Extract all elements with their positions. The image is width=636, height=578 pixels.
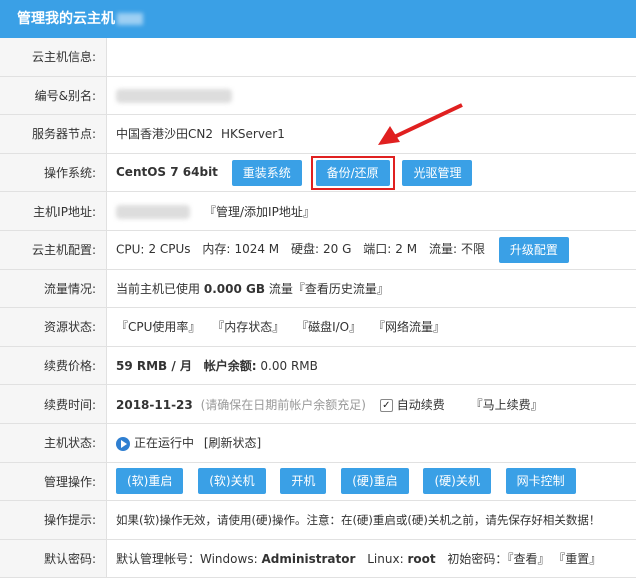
label-config: 云主机配置: bbox=[0, 230, 107, 269]
linux-account: root bbox=[407, 552, 435, 566]
balance-value: 0.00 RMB bbox=[260, 359, 317, 373]
node-server: HKServer1 bbox=[221, 127, 285, 141]
renew-now-link[interactable]: 『马上续费』 bbox=[471, 398, 543, 412]
label-id: 编号&别名: bbox=[0, 76, 107, 115]
label-node: 服务器节点: bbox=[0, 115, 107, 154]
mem-label: 内存: bbox=[202, 242, 230, 256]
disk-label: 硬盘: bbox=[291, 242, 319, 256]
running-icon bbox=[116, 437, 130, 451]
backup-restore-button[interactable]: 备份/还原 bbox=[316, 160, 390, 186]
node-location: 中国香港沙田CN2 bbox=[116, 127, 213, 141]
label-price: 续费价格: bbox=[0, 346, 107, 385]
password-label: 初始密码： bbox=[447, 552, 507, 566]
cpu-label: CPU: bbox=[116, 242, 144, 256]
row-config: 云主机配置: CPU: 2 CPUs 内存: 1024 M 硬盘: 20 G 端口: 2… bbox=[0, 230, 636, 269]
label-pwd: 默认密码: bbox=[0, 539, 107, 578]
row-usage: 流量情况: 当前主机已使用 0.000 GB 流量『查看历史流量』 bbox=[0, 269, 636, 308]
view-password-link[interactable]: 『查看』 bbox=[507, 552, 549, 566]
server-info-table: 云主机信息: 编号&别名: 服务器节点: 中国香港沙田CN2HKServer1 … bbox=[0, 38, 636, 578]
traffic-label: 流量: bbox=[429, 242, 457, 256]
cpu-value: 2 CPUs bbox=[148, 242, 190, 256]
row-node: 服务器节点: 中国香港沙田CN2 HKServer1 bbox=[0, 115, 636, 154]
linux-label: Linux: bbox=[367, 552, 403, 566]
account-label: 默认管理帐号：Windows: bbox=[116, 552, 258, 566]
redacted-id bbox=[116, 89, 232, 103]
label-resource: 资源状态: bbox=[0, 308, 107, 347]
nic-control-button[interactable]: 网卡控制 bbox=[506, 468, 576, 494]
tip-text: 如果(软)操作无效，请使用(硬)操作。注意：在(硬)重启或(硬)关机之前，请先保… bbox=[107, 501, 636, 540]
hard-reboot-button[interactable]: (硬)重启 bbox=[341, 468, 408, 494]
history-link[interactable]: 『查看历史流量』 bbox=[293, 282, 389, 296]
row-status: 主机状态: 正在运行中 [刷新状态] bbox=[0, 423, 636, 462]
label-renew: 续费时间: bbox=[0, 385, 107, 424]
usage-amount: 0.000 GB bbox=[204, 282, 265, 296]
label-status: 主机状态: bbox=[0, 423, 107, 462]
reset-password-link[interactable]: 『重置』 bbox=[553, 552, 601, 566]
mem-status-link[interactable]: 『内存状态』 bbox=[212, 320, 284, 334]
upgrade-button[interactable]: 升级配置 bbox=[499, 237, 569, 263]
label-os: 操作系统: bbox=[0, 153, 107, 192]
label-usage: 流量情况: bbox=[0, 269, 107, 308]
cpu-usage-link[interactable]: 『CPU使用率』 bbox=[116, 320, 200, 334]
row-renew: 续费时间: 2018-11-23 (请确保在日期前帐户余额充足) ✓ 自动续费 『… bbox=[0, 385, 636, 424]
traffic-value: 不限 bbox=[461, 242, 485, 256]
row-id: 编号&别名: bbox=[0, 76, 636, 115]
soft-shutdown-button[interactable]: (软)关机 bbox=[198, 468, 265, 494]
mem-value: 1024 M bbox=[234, 242, 279, 256]
balance-label: 帐户余额: bbox=[204, 359, 257, 373]
hard-shutdown-button[interactable]: (硬)关机 bbox=[423, 468, 490, 494]
disk-value: 20 G bbox=[323, 242, 351, 256]
row-pwd: 默认密码: 默认管理帐号：Windows: Administrator Linu… bbox=[0, 539, 636, 578]
power-on-button[interactable]: 开机 bbox=[280, 468, 326, 494]
page-title: 管理我的云主机 bbox=[17, 11, 115, 27]
renew-note: (请确保在日期前帐户余额充足) bbox=[201, 398, 366, 412]
page-header: 管理我的云主机 bbox=[0, 0, 636, 38]
redacted-ip bbox=[116, 205, 190, 219]
auto-renew-checkbox[interactable]: ✓ bbox=[380, 399, 393, 412]
cdrom-button[interactable]: 光驱管理 bbox=[402, 160, 472, 186]
row-resource: 资源状态: 『CPU使用率』 『内存状态』 『磁盘I/O』 『网络流量』 bbox=[0, 308, 636, 347]
port-value: 2 M bbox=[395, 242, 417, 256]
port-label: 端口: bbox=[363, 242, 391, 256]
label-info: 云主机信息: bbox=[0, 38, 107, 76]
windows-account: Administrator bbox=[261, 552, 355, 566]
net-traffic-link[interactable]: 『网络流量』 bbox=[373, 320, 445, 334]
renew-date: 2018-11-23 bbox=[116, 398, 193, 412]
soft-reboot-button[interactable]: (软)重启 bbox=[116, 468, 183, 494]
price-value: 59 RMB / 月 bbox=[116, 359, 192, 373]
status-state: 正在运行中 bbox=[134, 436, 194, 450]
refresh-status-link[interactable]: [刷新状态] bbox=[204, 436, 261, 450]
usage-suffix: 流量 bbox=[269, 282, 293, 296]
disk-io-link[interactable]: 『磁盘I/O』 bbox=[296, 320, 361, 334]
reinstall-button[interactable]: 重装系统 bbox=[232, 160, 302, 186]
row-os: 操作系统: CentOS 7 64bit 重装系统 备份/还原 光驱管理 bbox=[0, 153, 636, 192]
usage-prefix: 当前主机已使用 bbox=[116, 282, 200, 296]
redacted-name bbox=[117, 13, 143, 25]
row-ip: 主机IP地址: 『管理/添加IP地址』 bbox=[0, 192, 636, 231]
row-info: 云主机信息: bbox=[0, 38, 636, 76]
row-price: 续费价格: 59 RMB / 月 帐户余额: 0.00 RMB bbox=[0, 346, 636, 385]
row-tip: 操作提示: 如果(软)操作无效，请使用(硬)操作。注意：在(硬)重启或(硬)关机… bbox=[0, 501, 636, 540]
row-ops: 管理操作: (软)重启 (软)关机 开机 (硬)重启 (硬)关机 网卡控制 bbox=[0, 462, 636, 501]
os-value: CentOS 7 64bit bbox=[116, 165, 218, 179]
manage-ip-link[interactable]: 『管理/添加IP地址』 bbox=[204, 205, 315, 219]
highlight-box: 备份/还原 bbox=[311, 156, 395, 190]
label-ops: 管理操作: bbox=[0, 462, 107, 501]
label-tip: 操作提示: bbox=[0, 501, 107, 540]
auto-renew-label: 自动续费 bbox=[397, 398, 445, 412]
label-ip: 主机IP地址: bbox=[0, 192, 107, 231]
